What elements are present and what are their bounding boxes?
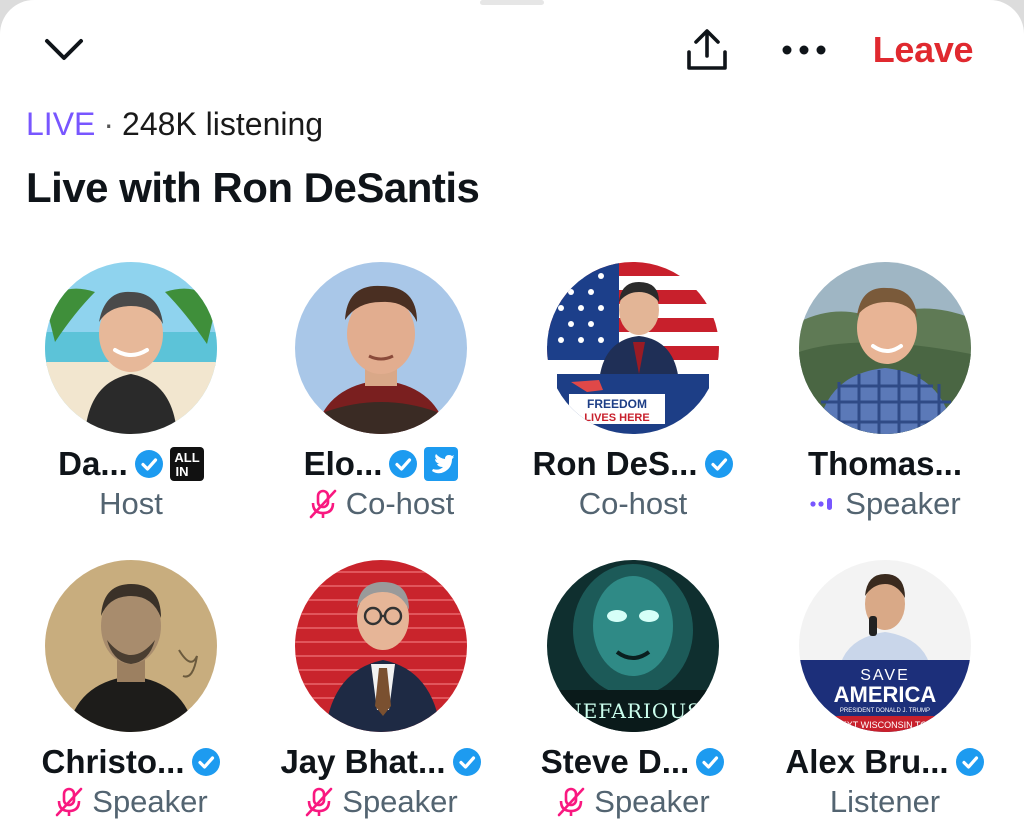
participant-name: Da...	[58, 445, 128, 482]
verified-badge-icon	[388, 449, 418, 479]
name-row: Alex Bru...	[754, 740, 1016, 784]
name-row: Jay Bhat...	[250, 740, 512, 784]
collapse-button[interactable]	[38, 30, 90, 70]
verified-badge-icon	[704, 449, 734, 479]
verified-badge-icon	[695, 747, 725, 777]
participant-role: Speaker	[92, 784, 208, 819]
space-sheet: Leave LIVE · 248K listening Live with Ro…	[0, 0, 1024, 824]
participant-card[interactable]: Christo... Speaker	[0, 560, 250, 824]
role-row: Speaker	[250, 782, 512, 822]
participant-role: Listener	[829, 784, 941, 819]
leave-button[interactable]: Leave	[858, 28, 988, 72]
name-row: Steve D...	[502, 740, 764, 784]
role-row: Co-host	[502, 484, 764, 524]
affiliate-badge-icon: ALL IN	[169, 447, 204, 481]
participant-card[interactable]: FREEDOM LIVES HERE Ron DeS... Co-host	[502, 262, 752, 532]
role-row: Host	[0, 484, 262, 524]
name-row: Christo...	[0, 740, 262, 784]
role-row: Speaker	[0, 782, 262, 822]
participant-role: Host	[99, 486, 163, 521]
muted-mic-icon	[308, 488, 338, 520]
participant-name: Jay Bhat...	[280, 743, 446, 780]
participant-card[interactable]: Thomas... Speaker	[754, 262, 1004, 532]
name-row: Thomas...	[754, 442, 1016, 486]
participant-name: Steve D...	[540, 743, 690, 780]
participant-name: Elo...	[303, 445, 383, 482]
participant-role: Co-host	[345, 486, 455, 521]
name-row: Elo...	[250, 442, 512, 486]
participant-card[interactable]: Da... ALL IN Host	[0, 262, 250, 532]
verified-badge-icon	[134, 449, 164, 479]
avatar	[295, 560, 467, 732]
participant-name: Thomas...	[807, 445, 963, 482]
participant-role: Speaker	[845, 486, 961, 521]
participant-role: Speaker	[594, 784, 710, 819]
participant-card[interactable]: SAVE AMERICA PRESIDENT DONALD J. TRUMP T…	[754, 560, 1004, 824]
name-row: Ron DeS...	[502, 442, 764, 486]
participant-name: Ron DeS...	[532, 445, 698, 482]
share-icon	[687, 29, 727, 70]
twitter-bird-icon	[424, 447, 459, 481]
sign-america: AMERICA	[834, 682, 937, 707]
podium-sign-line-2: LIVES HERE	[584, 412, 649, 424]
separator: ·	[103, 105, 115, 142]
svg-text:ALL: ALL	[174, 450, 199, 465]
verified-badge-icon	[191, 747, 221, 777]
avatar	[45, 560, 217, 732]
space-title: Live with Ron DeSantis	[26, 164, 480, 211]
more-button[interactable]	[776, 30, 832, 70]
role-row: Speaker	[754, 484, 1016, 524]
name-row: Da... ALL IN	[0, 442, 262, 486]
role-row: Co-host	[250, 484, 512, 524]
sign-text-line: TEXT WISCONSIN TO 8	[835, 720, 935, 730]
avatar	[295, 262, 467, 434]
more-horizontal-icon	[782, 45, 826, 55]
participant-role: Co-host	[578, 486, 688, 521]
participant-card[interactable]: Elo... Co-host	[250, 262, 500, 532]
svg-text:IN: IN	[175, 464, 188, 479]
live-label: LIVE	[26, 105, 96, 142]
podium-sign-line-1: FREEDOM	[587, 397, 647, 411]
participant-name: Christo...	[41, 743, 185, 780]
share-button[interactable]	[680, 24, 734, 76]
role-row: Listener	[754, 782, 1016, 822]
verified-badge-icon	[452, 747, 482, 777]
participant-card[interactable]: NEFARIOUS Steve D... Speaker	[502, 560, 752, 824]
participant-card[interactable]: Jay Bhat... Speaker	[250, 560, 500, 824]
chevron-down-icon	[45, 39, 83, 60]
listener-count: 248K listening	[122, 105, 324, 142]
avatar	[799, 262, 971, 434]
muted-mic-icon	[54, 786, 84, 818]
avatar: FREEDOM LIVES HERE	[547, 262, 719, 434]
participant-role: Speaker	[342, 784, 458, 819]
top-bar: Leave	[0, 0, 1024, 100]
space-status: LIVE · 248K listening	[26, 104, 323, 144]
muted-mic-icon	[304, 786, 334, 818]
participant-name: Alex Bru...	[785, 743, 949, 780]
speaking-indicator-icon	[809, 494, 837, 514]
verified-badge-icon	[955, 747, 985, 777]
poster-title: NEFARIOUS	[564, 699, 702, 723]
sign-president: PRESIDENT DONALD J. TRUMP	[840, 708, 930, 714]
avatar	[45, 262, 217, 434]
avatar: NEFARIOUS	[547, 560, 719, 732]
role-row: Speaker	[502, 782, 764, 822]
avatar: SAVE AMERICA PRESIDENT DONALD J. TRUMP T…	[799, 560, 971, 732]
muted-mic-icon	[556, 786, 586, 818]
